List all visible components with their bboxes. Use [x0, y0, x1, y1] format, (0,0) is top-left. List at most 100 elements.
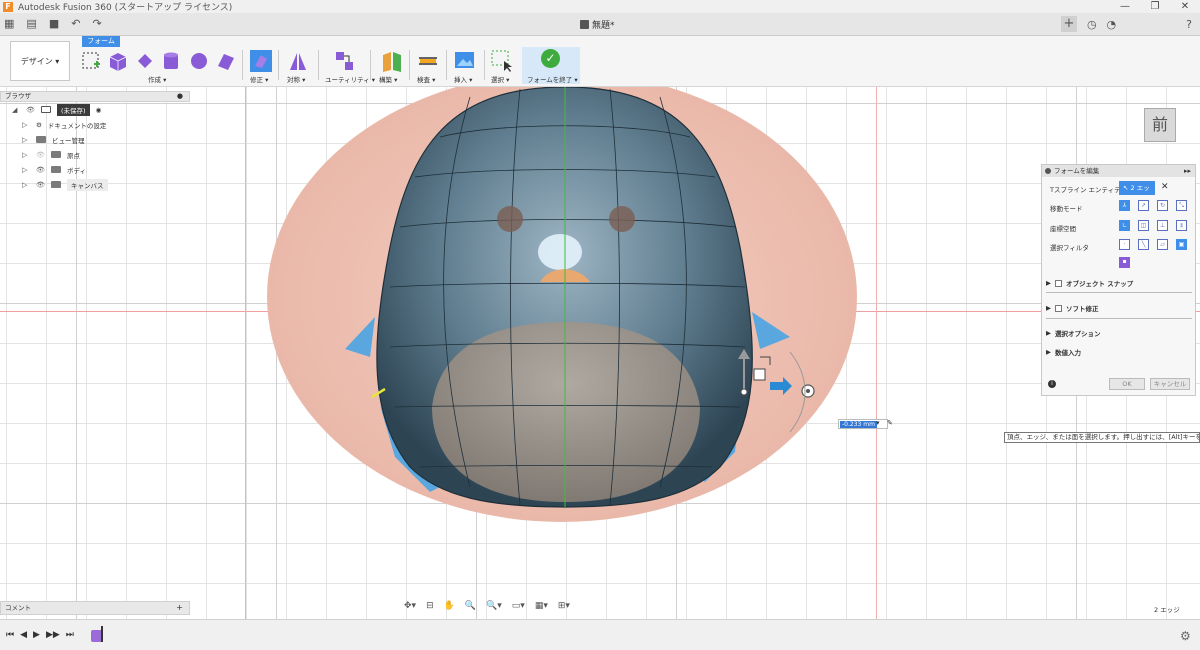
- browser-item-document-settings[interactable]: ▷ ⚙ ドキュメントの設定: [0, 117, 190, 132]
- ok-button[interactable]: OK: [1109, 378, 1145, 390]
- selection-options-group[interactable]: ▶ 選択オプション: [1046, 328, 1101, 338]
- browser-item-named-views[interactable]: ▷ ビュー管理: [0, 132, 190, 147]
- create-form-icon[interactable]: [82, 52, 100, 69]
- orbit-icon[interactable]: ✥▾: [404, 601, 416, 611]
- document-tab[interactable]: 無題*: [580, 18, 615, 31]
- expand-panel-icon[interactable]: ▸▸: [1184, 165, 1191, 177]
- insert-group-label[interactable]: 挿入 ▾: [454, 74, 472, 84]
- step-back-icon[interactable]: ◀: [20, 630, 27, 640]
- view-space-icon[interactable]: ◫: [1138, 220, 1149, 231]
- cylinder-icon[interactable]: [164, 52, 178, 70]
- maximize-button[interactable]: ❐: [1140, 0, 1170, 13]
- inspect-icon[interactable]: [417, 50, 439, 72]
- expand-icon[interactable]: ▷: [22, 136, 30, 144]
- browser-root[interactable]: ◢ 👁 (未保存) ◉: [0, 102, 190, 117]
- parent-space-icon[interactable]: ⫫: [1176, 220, 1187, 231]
- modify-group-label[interactable]: 修正 ▾: [250, 74, 268, 84]
- add-comment-button[interactable]: +: [176, 602, 183, 614]
- construct-group-label[interactable]: 構築 ▾: [379, 74, 397, 84]
- info-icon[interactable]: i: [1048, 380, 1056, 388]
- box-icon[interactable]: [109, 53, 127, 71]
- timeline-marker[interactable]: [101, 626, 103, 642]
- timeline-settings-icon[interactable]: ⚙: [1180, 629, 1191, 643]
- rotate-icon[interactable]: ↻: [1157, 200, 1168, 211]
- soft-modify-checkbox[interactable]: [1055, 304, 1062, 312]
- local-space-icon[interactable]: ⊥: [1157, 220, 1168, 231]
- workspace-switcher-button[interactable]: デザイン ▾: [10, 41, 70, 81]
- edge-filter-icon[interactable]: ╲: [1138, 239, 1149, 250]
- viewports-icon[interactable]: ⊞▾: [558, 601, 570, 611]
- construct-icon[interactable]: [381, 50, 403, 72]
- numeric-input-group[interactable]: ▶ 数値入力: [1046, 347, 1081, 357]
- body-filter-icon[interactable]: ▪: [1119, 257, 1130, 268]
- cancel-button[interactable]: キャンセル: [1150, 378, 1190, 390]
- select-group-label[interactable]: 選択 ▾: [491, 74, 509, 84]
- expand-icon[interactable]: ▷: [22, 166, 30, 174]
- soft-modify-group[interactable]: ▶ ソフト修正: [1046, 303, 1099, 313]
- browser-item-bodies[interactable]: ▷ 👁 ボディ: [0, 162, 190, 177]
- utilities-icon[interactable]: [333, 50, 355, 72]
- value-dropdown-icon[interactable]: ▾: [876, 419, 880, 427]
- step-forward-icon[interactable]: ▶▶: [46, 630, 60, 640]
- save-icon[interactable]: ■: [49, 17, 59, 30]
- job-status-icon[interactable]: ◷: [1087, 18, 1097, 31]
- play-icon[interactable]: ▶: [33, 630, 40, 640]
- visibility-icon[interactable]: 👁: [26, 106, 35, 114]
- insert-image-icon[interactable]: [454, 50, 476, 72]
- active-component-icon[interactable]: ◉: [96, 106, 102, 114]
- modify-icon[interactable]: [250, 50, 272, 72]
- edit-form-header[interactable]: フォームを編集 ▸▸: [1042, 165, 1195, 177]
- new-tab-button[interactable]: +: [1060, 16, 1077, 32]
- undo-icon[interactable]: ↶: [71, 17, 80, 30]
- clear-selection-button[interactable]: ✕: [1161, 182, 1169, 192]
- visibility-icon[interactable]: 👁: [36, 166, 45, 174]
- grid-settings-icon[interactable]: ▦▾: [535, 601, 548, 611]
- translate-icon[interactable]: ↗: [1138, 200, 1149, 211]
- all-filter-icon[interactable]: ▣: [1176, 239, 1187, 250]
- hidden-icon[interactable]: 👁: [36, 151, 45, 159]
- finish-form-button[interactable]: ✓ フォームを終了 ▾: [522, 47, 580, 84]
- object-snap-checkbox[interactable]: [1055, 279, 1062, 287]
- go-to-end-icon[interactable]: ⏭: [66, 630, 74, 640]
- distance-value-input[interactable]: -0.233 mm: [838, 419, 888, 429]
- redo-icon[interactable]: ↷: [92, 17, 101, 30]
- value-options-icon[interactable]: ✎: [887, 419, 893, 427]
- look-at-icon[interactable]: ⊟: [426, 601, 434, 611]
- utilities-group-label[interactable]: ユーティリティ ▾: [325, 74, 375, 84]
- world-space-icon[interactable]: ∟: [1119, 220, 1130, 231]
- data-panel-icon[interactable]: ▦: [4, 17, 14, 30]
- file-menu-icon[interactable]: ▤: [26, 17, 36, 30]
- inspect-group-label[interactable]: 検査 ▾: [417, 74, 435, 84]
- expand-icon[interactable]: ▷: [22, 181, 30, 189]
- viewcube[interactable]: 前: [1144, 108, 1176, 142]
- browser-pin-icon[interactable]: ●: [177, 92, 183, 101]
- go-to-start-icon[interactable]: ⏮: [6, 630, 14, 640]
- zoom-window-icon[interactable]: 🔍▾: [486, 601, 502, 611]
- symmetry-group-label[interactable]: 対称 ▾: [287, 74, 305, 84]
- select-icon[interactable]: [491, 50, 513, 72]
- entity-selection-button[interactable]: ↖ 2 エッジ: [1119, 181, 1155, 206]
- help-icon[interactable]: ?: [1186, 18, 1192, 31]
- tab-form[interactable]: フォーム: [82, 36, 120, 47]
- face-icon[interactable]: [218, 54, 234, 70]
- multi-transform-icon[interactable]: ⅄: [1119, 200, 1130, 211]
- expand-icon[interactable]: ◢: [12, 106, 20, 114]
- close-button[interactable]: ✕: [1170, 0, 1200, 13]
- expand-icon[interactable]: ▷: [22, 121, 30, 129]
- minimize-button[interactable]: —: [1110, 0, 1140, 13]
- object-snap-group[interactable]: ▶ オブジェクト スナップ: [1046, 278, 1133, 288]
- sphere-icon[interactable]: [191, 53, 207, 69]
- browser-item-origin[interactable]: ▷ 👁 原点: [0, 147, 190, 162]
- browser-header[interactable]: ブラウザ ●: [0, 91, 190, 102]
- comments-panel[interactable]: コメント +: [0, 601, 190, 615]
- create-group-label[interactable]: 作成 ▾: [148, 74, 166, 84]
- browser-item-canvases[interactable]: ▷ 👁 キャンバス: [0, 177, 190, 192]
- visibility-icon[interactable]: 👁: [36, 181, 45, 189]
- face-filter-icon[interactable]: ▱: [1157, 239, 1168, 250]
- expand-icon[interactable]: ▷: [22, 151, 30, 159]
- vertex-filter-icon[interactable]: ·: [1119, 239, 1130, 250]
- zoom-icon[interactable]: 🔍: [465, 601, 476, 611]
- notifications-icon[interactable]: ◔: [1107, 18, 1117, 31]
- pan-icon[interactable]: ✋: [444, 601, 455, 611]
- display-settings-icon[interactable]: ▭▾: [512, 601, 525, 611]
